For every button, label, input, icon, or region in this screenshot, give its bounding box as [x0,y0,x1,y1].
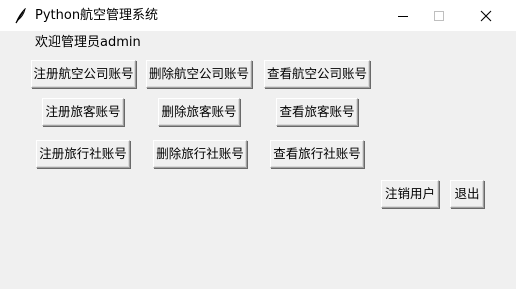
view-agency-account-button[interactable]: 查看旅行社账号 [270,140,364,168]
maximize-icon [434,10,444,21]
register-passenger-account-button[interactable]: 注册旅客账号 [42,98,124,126]
app-window: Python航空管理系统 欢迎管理员admin 注册航空公司账号 删除航空公司账… [0,0,516,289]
feather-icon [15,8,26,24]
view-passenger-account-button[interactable]: 查看旅客账号 [276,98,358,126]
delete-agency-account-button[interactable]: 删除旅行社账号 [153,140,247,168]
close-button[interactable] [463,0,509,31]
exit-button[interactable]: 退出 [450,180,484,208]
welcome-label: 欢迎管理员admin [35,35,141,50]
view-airline-account-button[interactable]: 查看航空公司账号 [264,60,370,88]
delete-airline-account-button[interactable]: 删除航空公司账号 [146,60,252,88]
register-agency-account-button[interactable]: 注册旅行社账号 [36,140,130,168]
window-title: Python航空管理系统 [35,8,159,23]
register-airline-account-button[interactable]: 注册航空公司账号 [31,60,136,88]
logout-user-button[interactable]: 注销用户 [381,180,439,208]
close-icon [480,10,492,21]
maximize-button[interactable] [416,0,462,31]
minimize-icon [398,15,408,17]
title-bar[interactable]: Python航空管理系统 [0,0,516,31]
delete-passenger-account-button[interactable]: 删除旅客账号 [158,98,240,126]
